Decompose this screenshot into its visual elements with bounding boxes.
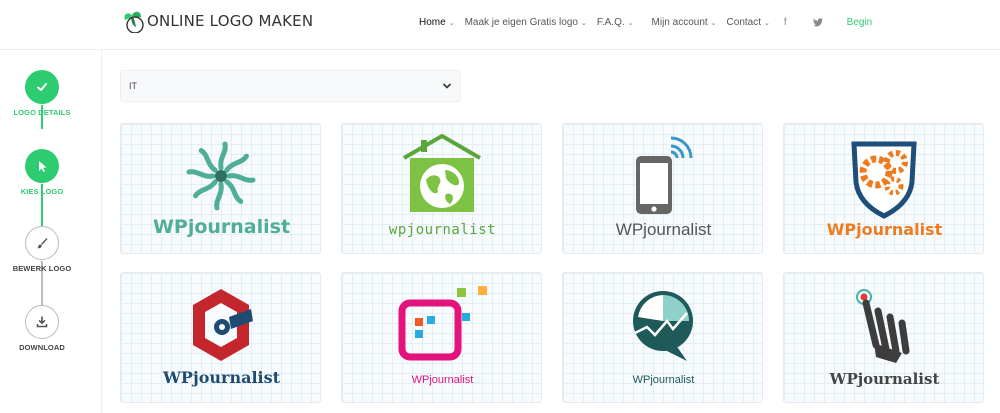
category-select[interactable]: IT xyxy=(120,70,461,102)
download-icon xyxy=(25,305,59,339)
logo-option-4-text: WPjournalist xyxy=(826,220,943,239)
nav-faq[interactable]: F.A.Q. ⌄ xyxy=(597,17,634,28)
nav-account-label: Mijn account xyxy=(651,17,708,28)
top-header: ONLINE LOGO MAKEN Home ⌄ Maak je eigen Gr… xyxy=(0,0,1000,50)
chevron-down-icon: ⌄ xyxy=(448,19,455,27)
step-download[interactable]: DOWNLOAD xyxy=(0,305,84,352)
nav-create-logo-label: Maak je eigen Gratis logo xyxy=(464,17,578,28)
logo-option-5-text: WPjournalist xyxy=(162,368,281,387)
chevron-down-icon xyxy=(442,83,452,89)
chevron-down-icon: ⌄ xyxy=(580,19,587,27)
brand-name: ONLINE LOGO MAKEN xyxy=(147,12,314,30)
logo-option-3[interactable]: WPjournalist xyxy=(562,123,763,254)
nav-contact-label: Contact xyxy=(726,17,761,28)
step-logo-details[interactable]: LOGO DETAILS xyxy=(0,70,84,117)
logo-option-6[interactable]: WPjournalist xyxy=(341,272,542,403)
nav-home[interactable]: Home ⌄ xyxy=(419,17,455,28)
progress-stepper: LOGO DETAILS KIES LOGO BEWERK LOGO DOWNL… xyxy=(0,50,102,413)
begin-link[interactable]: Begin xyxy=(847,17,873,28)
chevron-down-icon: ⌄ xyxy=(627,19,634,27)
check-icon xyxy=(25,70,59,104)
nav-contact[interactable]: Contact ⌄ xyxy=(727,17,770,28)
main-nav: Home ⌄ Maak je eigen Gratis logo ⌄ F.A.Q. ⌄… xyxy=(419,17,872,28)
logo-option-7-text: WPjournalist xyxy=(632,374,695,386)
step-kies-logo[interactable]: KIES LOGO xyxy=(0,149,84,196)
step-label: DOWNLOAD xyxy=(19,343,65,352)
cursor-icon xyxy=(25,149,59,183)
logo-option-8[interactable]: WPjournalist xyxy=(783,272,984,403)
logo-option-1[interactable]: WPjournalist xyxy=(120,123,321,254)
step-label: BEWERK LOGO xyxy=(12,264,72,273)
logo-option-1-text: WPjournalist xyxy=(152,216,291,238)
brush-icon xyxy=(25,226,59,260)
logo-option-2-text: wpjournalist xyxy=(388,222,497,238)
nav-create-logo[interactable]: Maak je eigen Gratis logo ⌄ xyxy=(465,17,587,28)
logo-option-4[interactable]: WPjournalist xyxy=(783,123,984,254)
logo-option-5[interactable]: WPjournalist xyxy=(120,272,321,403)
logo-gallery: IT WPjournalist wpjournalist WPjournalis… xyxy=(102,50,1000,413)
nav-home-label: Home xyxy=(419,17,446,28)
facebook-icon[interactable]: f xyxy=(784,17,787,28)
category-select-value: IT xyxy=(129,81,137,91)
chevron-down-icon: ⌄ xyxy=(764,19,770,27)
brand-logo[interactable]: ONLINE LOGO MAKEN xyxy=(123,9,313,33)
logo-option-7[interactable]: WPjournalist xyxy=(562,272,763,403)
nav-faq-label: F.A.Q. xyxy=(596,17,625,28)
logo-option-6-text: WPjournalist xyxy=(411,374,474,386)
nav-account[interactable]: Mijn account ⌄ xyxy=(652,17,717,28)
chevron-down-icon: ⌄ xyxy=(710,19,717,27)
step-label: LOGO DETAILS xyxy=(13,108,71,117)
logo-option-3-text: WPjournalist xyxy=(615,220,712,239)
logo-option-2[interactable]: wpjournalist xyxy=(341,123,542,254)
leaf-logo-icon xyxy=(124,11,144,33)
twitter-icon[interactable] xyxy=(812,18,823,27)
logo-option-8-text: WPjournalist xyxy=(829,370,940,388)
step-bewerk-logo[interactable]: BEWERK LOGO xyxy=(0,226,84,273)
step-label: KIES LOGO xyxy=(20,187,64,196)
